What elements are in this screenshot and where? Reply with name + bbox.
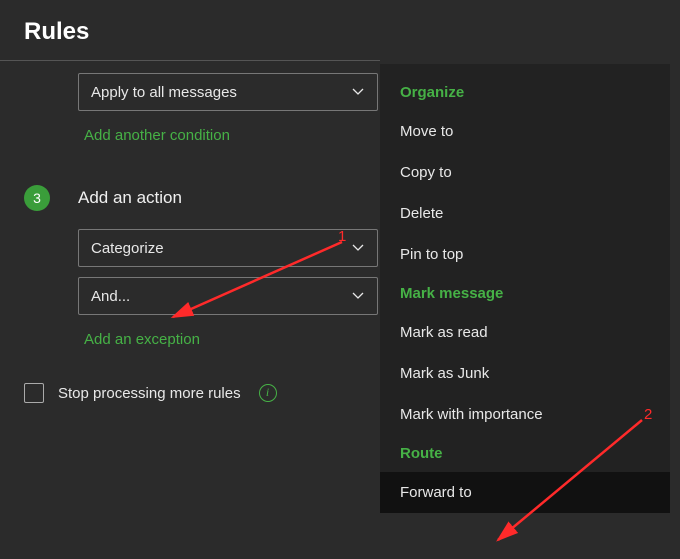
page-title: Rules [0, 0, 680, 60]
action-dropdown-1-label: Categorize [91, 240, 164, 257]
action-dropdown-2-label: And... [91, 288, 130, 305]
condition-dropdown-label: Apply to all messages [91, 84, 237, 101]
stop-processing-checkbox[interactable] [24, 383, 44, 403]
add-action-heading: Add an action [78, 188, 182, 208]
menu-item-delete[interactable]: Delete [380, 193, 670, 234]
menu-item-move-to[interactable]: Move to [380, 111, 670, 152]
condition-dropdown[interactable]: Apply to all messages [78, 73, 378, 111]
menu-item-copy-to[interactable]: Copy to [380, 152, 670, 193]
info-icon[interactable]: i [259, 384, 277, 402]
chevron-down-icon [351, 85, 365, 99]
menu-section-mark: Mark message [380, 275, 670, 312]
menu-item-pin-to-top[interactable]: Pin to top [380, 234, 670, 275]
menu-section-route: Route [380, 435, 670, 472]
menu-section-organize: Organize [380, 74, 670, 111]
action-dropdown-2[interactable]: And... [78, 277, 378, 315]
action-options-menu: Organize Move to Copy to Delete Pin to t… [380, 64, 670, 513]
step-number-3: 3 [24, 185, 50, 211]
menu-item-mark-read[interactable]: Mark as read [380, 312, 670, 353]
menu-item-mark-importance[interactable]: Mark with importance [380, 394, 670, 435]
action-dropdown-1[interactable]: Categorize [78, 229, 378, 267]
add-exception-link[interactable]: Add an exception [84, 331, 200, 348]
chevron-down-icon [351, 289, 365, 303]
add-condition-link[interactable]: Add another condition [84, 127, 230, 144]
menu-item-forward-to[interactable]: Forward to [380, 472, 670, 513]
stop-processing-label: Stop processing more rules [58, 385, 241, 402]
chevron-down-icon [351, 241, 365, 255]
menu-item-mark-junk[interactable]: Mark as Junk [380, 353, 670, 394]
